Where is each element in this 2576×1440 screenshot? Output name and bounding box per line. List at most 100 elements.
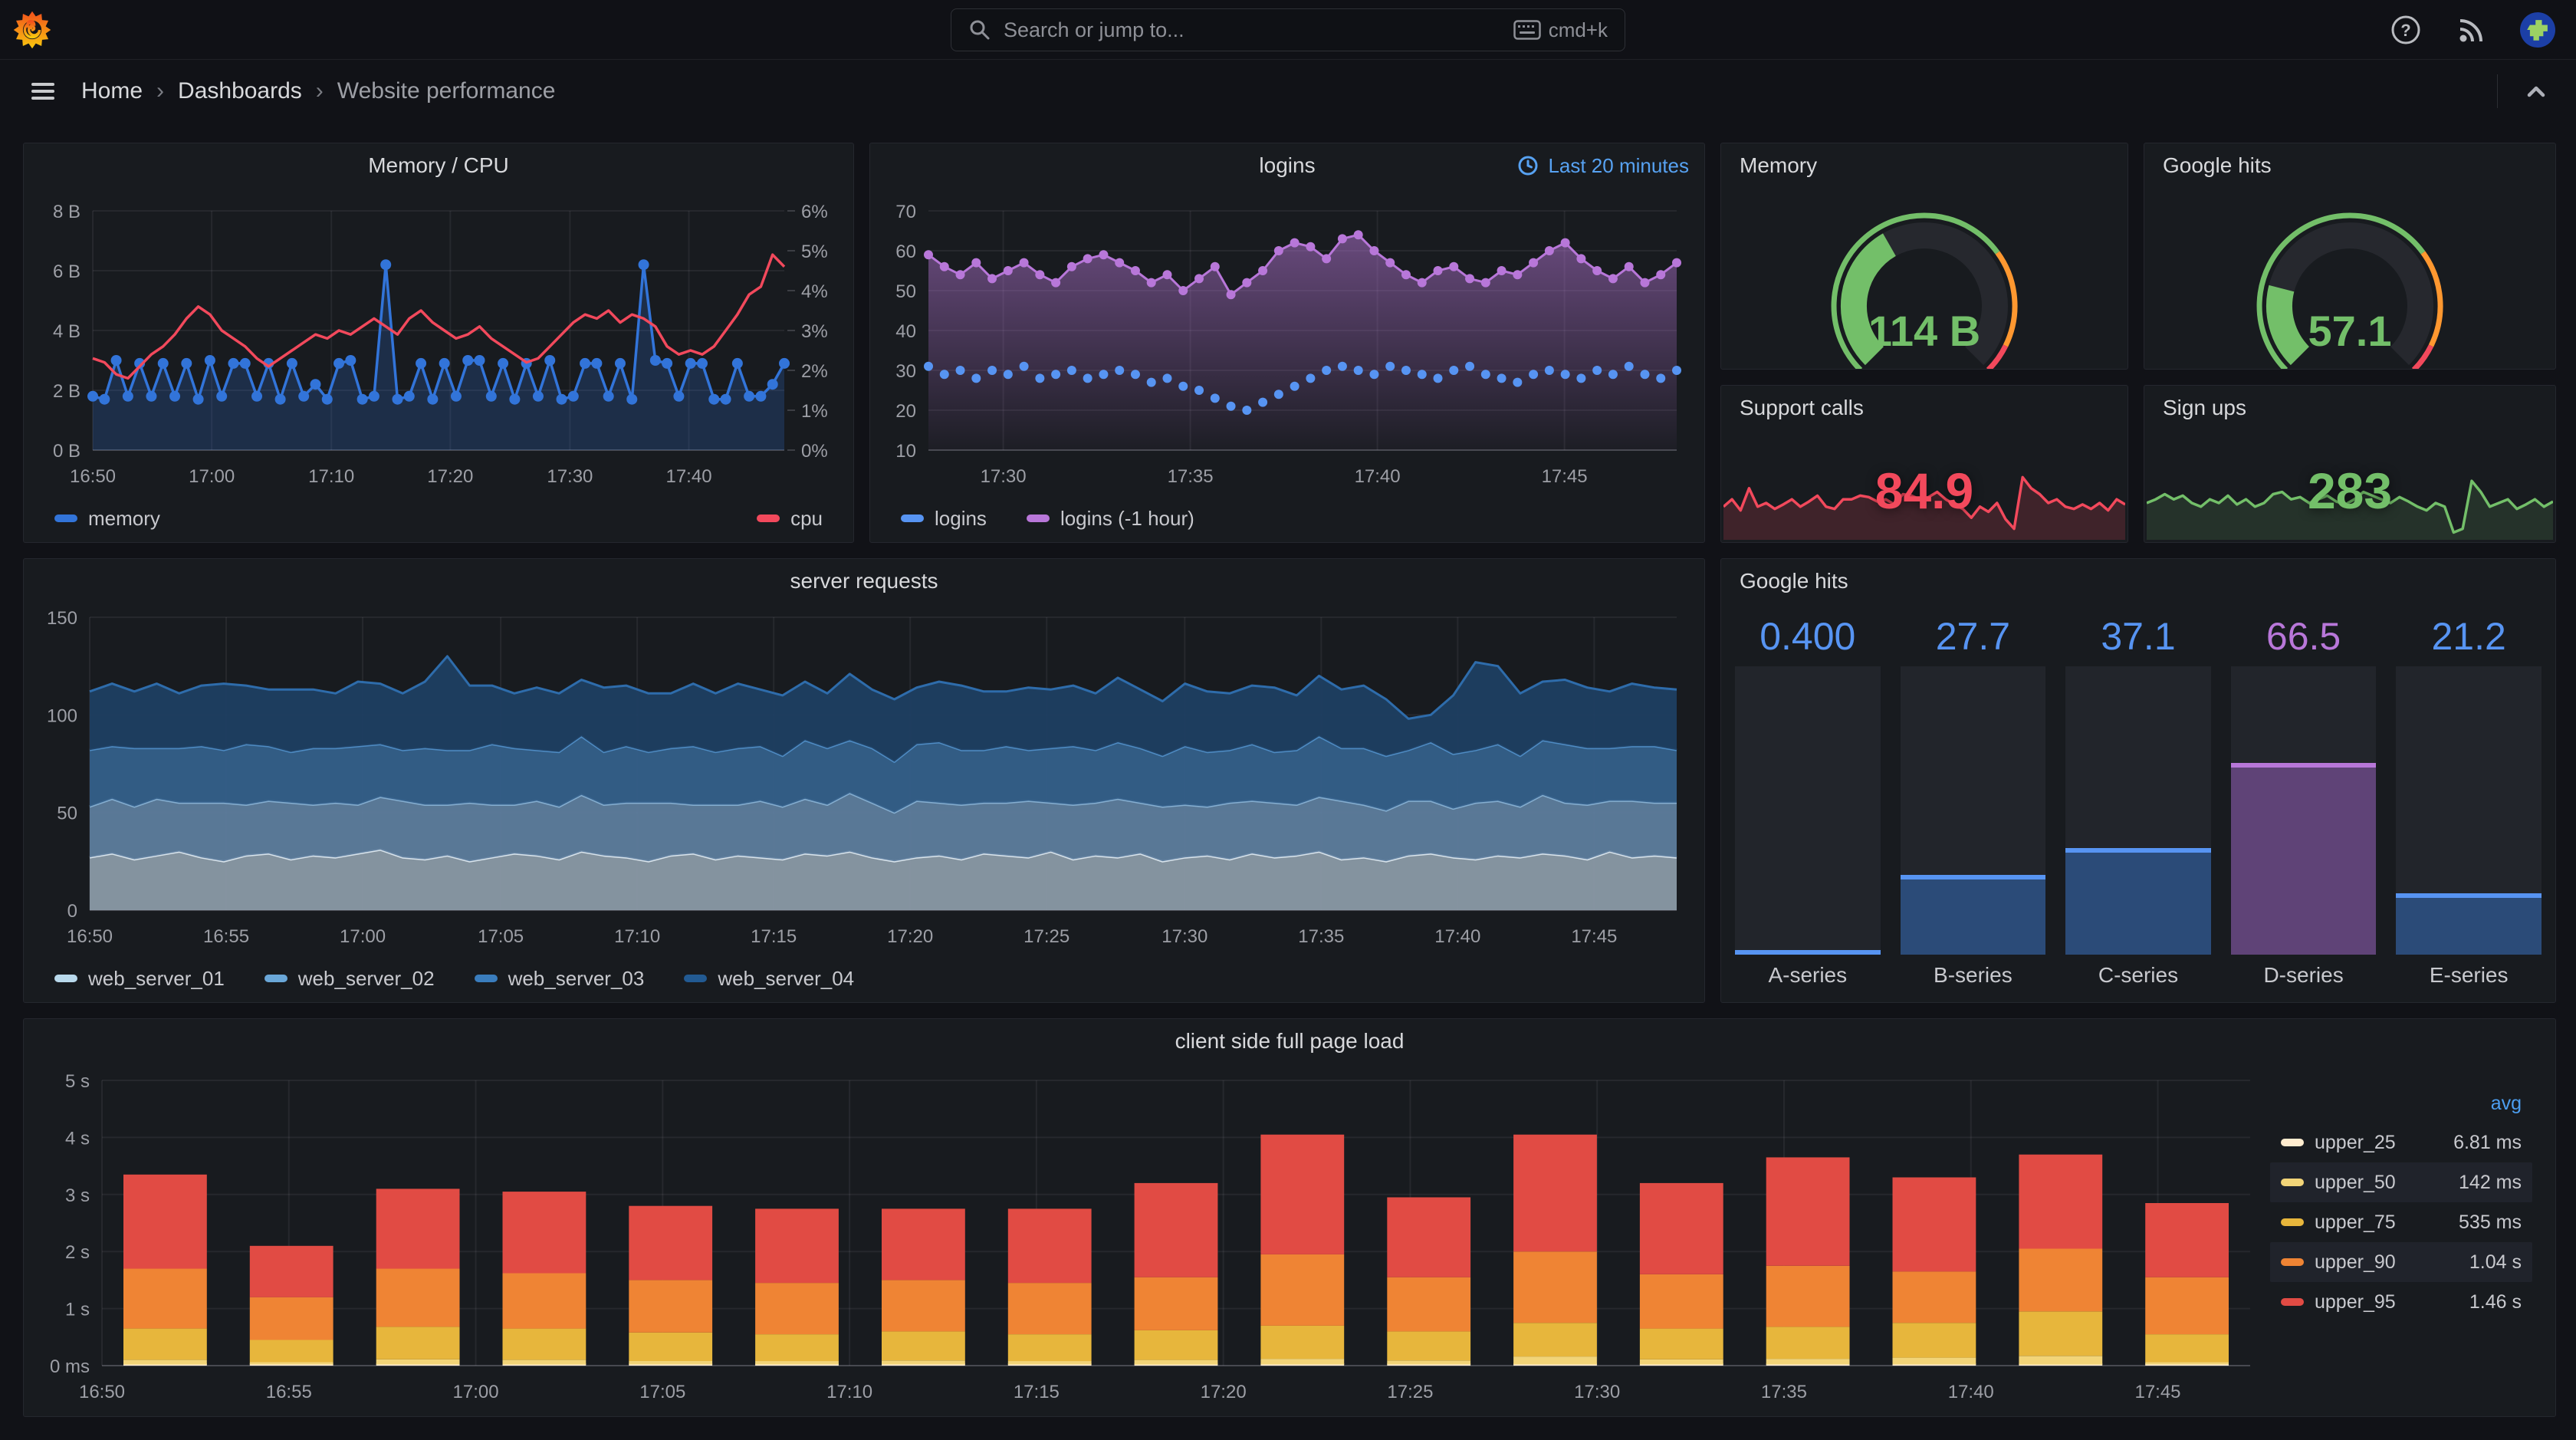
breadcrumb-dashboards[interactable]: Dashboards (178, 78, 302, 104)
panel-header[interactable]: Memory / CPU (24, 143, 853, 188)
avatar (2520, 12, 2555, 48)
legend-item-web_server_04[interactable]: web_server_04 (684, 967, 854, 991)
breadcrumb-bar: Home › Dashboards › Website performance (0, 61, 2576, 122)
svg-text:17:25: 17:25 (1387, 1382, 1433, 1402)
legend-row-upper_95[interactable]: upper_95 1.46 s (2270, 1282, 2532, 1322)
svg-text:17:40: 17:40 (1355, 466, 1401, 487)
client-page-load-body: 0 ms 1 s 2 s 3 s 4 s 5 s 16:50 16:55 17:00 17:05 1… (24, 1064, 2555, 1416)
legend-item-memory[interactable]: memory (54, 507, 160, 531)
svg-text:0 ms: 0 ms (50, 1356, 90, 1377)
client-page-load-chart[interactable]: 0 ms 1 s 2 s 3 s 4 s 5 s 16:50 16:55 17:00 17:05 1… (24, 1064, 2270, 1416)
news-button[interactable] (2453, 12, 2490, 48)
server-requests-legend: web_server_01 web_server_02 web_server_03 w… (24, 955, 1704, 1002)
search-input[interactable]: Search or jump to... cmd+k (951, 8, 1625, 51)
logins-chart[interactable]: 10 20 30 40 50 60 70 17:30 17:35 17:40 17:45 (870, 188, 1704, 495)
legend-swatch (684, 975, 708, 982)
collapse-button[interactable] (2518, 73, 2555, 110)
panel-google-hits-bars: Google hits 0.400 A-series 27.7 B-series 37.… (1720, 558, 2556, 1003)
panel-header[interactable]: Support calls (1721, 386, 2128, 430)
legend-item-web_server_03[interactable]: web_server_03 (474, 967, 644, 991)
support-calls-body: 84.9 (1721, 430, 2128, 542)
svg-text:17:30: 17:30 (1162, 926, 1208, 947)
svg-text:17:30: 17:30 (981, 466, 1027, 487)
breadcrumb-home[interactable]: Home (81, 78, 143, 104)
breadcrumb-separator: › (156, 78, 165, 104)
legend-row-upper_50[interactable]: upper_50 142 ms (2270, 1162, 2532, 1202)
bar-gauge-value: 37.1 (2101, 615, 2176, 658)
legend-row-upper_75[interactable]: upper_75 535 ms (2270, 1202, 2532, 1242)
bar-gauge-fill (2230, 762, 2377, 955)
svg-text:17:40: 17:40 (1434, 926, 1480, 947)
grafana-logo[interactable] (0, 0, 64, 60)
svg-text:17:15: 17:15 (1014, 1382, 1060, 1402)
svg-text:17:20: 17:20 (887, 926, 933, 947)
panel-header[interactable]: Google hits (2144, 143, 2555, 188)
panel-title: Google hits (2163, 153, 2272, 177)
legend-label: upper_75 (2315, 1211, 2396, 1233)
legend-label: upper_25 (2315, 1131, 2396, 1153)
legend-label: web_server_02 (297, 966, 435, 990)
menu-button[interactable] (21, 70, 64, 113)
sign-ups-body: 283 (2144, 430, 2555, 542)
svg-text:3 s: 3 s (65, 1185, 90, 1206)
legend-avg-value: 1.04 s (2469, 1251, 2522, 1273)
legend-swatch (264, 975, 288, 982)
legend-item-cpu[interactable]: cpu (757, 507, 823, 531)
bar-gauge-track (2065, 666, 2211, 955)
svg-text:1 s: 1 s (65, 1300, 90, 1320)
svg-text:0 B: 0 B (53, 441, 80, 462)
legend-label: logins (935, 506, 987, 530)
panel-title: Sign ups (2163, 396, 2246, 419)
svg-text:2 s: 2 s (65, 1242, 90, 1263)
svg-text:17:40: 17:40 (665, 466, 711, 487)
svg-text:17:25: 17:25 (1024, 926, 1070, 947)
nav-right-actions: ? (2387, 0, 2556, 60)
legend-item-web_server_01[interactable]: web_server_01 (54, 967, 225, 991)
legend-label: upper_50 (2315, 1171, 2396, 1193)
memory-cpu-chart[interactable]: 0 B 2 B 4 B 6 B 8 B 0% 1% 2% 3% 4% 5% 6% 16:50 17:00 1… (24, 188, 853, 495)
svg-text:50: 50 (57, 804, 77, 824)
svg-text:70: 70 (895, 202, 916, 222)
svg-text:16:50: 16:50 (79, 1382, 125, 1402)
panel-header[interactable]: Google hits (1721, 559, 2555, 603)
legend-item-web_server_02[interactable]: web_server_02 (264, 967, 435, 991)
panel-logins: logins Last 20 minutes 10 20 30 40 50 60 70 17:… (869, 143, 1705, 543)
bar-gauge-label: A-series (1768, 963, 1848, 987)
panel-title: Memory / CPU (368, 153, 509, 177)
bar-gauge-fill (2396, 893, 2542, 955)
keyboard-icon (1513, 20, 1541, 40)
legend-item-logins (-1 hour)[interactable]: logins (-1 hour) (1026, 507, 1194, 531)
bar-gauge-value: 27.7 (1935, 615, 2011, 658)
legend-row-upper_90[interactable]: upper_90 1.04 s (2270, 1242, 2532, 1282)
svg-text:17:00: 17:00 (340, 926, 386, 947)
svg-text:17:00: 17:00 (453, 1382, 499, 1402)
help-button[interactable]: ? (2387, 12, 2424, 48)
panel-header[interactable]: logins Last 20 minutes (870, 143, 1704, 188)
svg-text:5%: 5% (801, 242, 828, 262)
svg-text:6 B: 6 B (53, 261, 80, 282)
svg-text:17:35: 17:35 (1761, 1382, 1807, 1402)
svg-text:17:45: 17:45 (1571, 926, 1617, 947)
legend-swatch (2281, 1218, 2304, 1226)
legend-item-logins[interactable]: logins (901, 507, 987, 531)
legend-label: upper_90 (2315, 1251, 2396, 1273)
server-requests-chart[interactable]: 0 50 100 150 16:50 16:55 17:00 17:05 17:10 17:15 1… (24, 603, 1704, 955)
svg-text:16:50: 16:50 (67, 926, 113, 947)
logins-legend: logins logins (-1 hour) (870, 495, 1704, 542)
client-page-load-legend: avg upper_25 6.81 ms upper_50 142 ms upper_75… (2270, 1064, 2555, 1416)
legend-swatch (757, 515, 780, 522)
panel-time-range[interactable]: Last 20 minutes (1517, 143, 1689, 188)
svg-text:16:50: 16:50 (70, 466, 116, 487)
legend-row-upper_25[interactable]: upper_25 6.81 ms (2270, 1123, 2532, 1162)
panel-header[interactable]: server requests (24, 559, 1704, 603)
profile-button[interactable] (2519, 12, 2556, 48)
bar-gauge-fill (2065, 847, 2211, 955)
svg-text:17:00: 17:00 (189, 466, 235, 487)
panel-header[interactable]: Memory (1721, 143, 2128, 188)
panel-title: logins (1259, 153, 1316, 177)
legend-swatch (2281, 1179, 2304, 1186)
panel-header[interactable]: Sign ups (2144, 386, 2555, 430)
legend-avg-value: 142 ms (2459, 1171, 2522, 1193)
panel-header[interactable]: client side full page load (24, 1019, 2555, 1064)
bar-gauge-track (2396, 666, 2542, 955)
